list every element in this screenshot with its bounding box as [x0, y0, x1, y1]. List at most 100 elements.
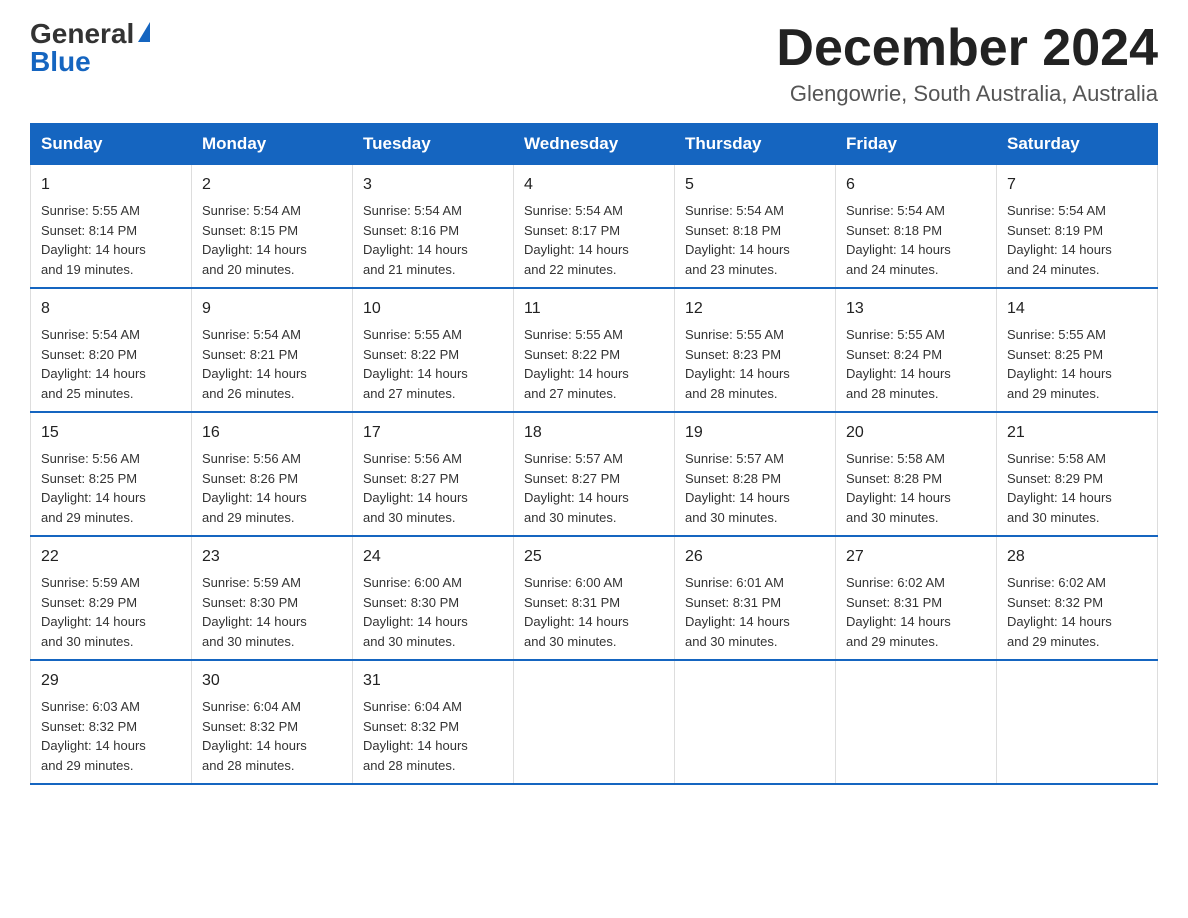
day-number: 21	[1007, 421, 1147, 445]
location-subtitle: Glengowrie, South Australia, Australia	[776, 81, 1158, 107]
day-info: Sunrise: 6:03 AMSunset: 8:32 PMDaylight:…	[41, 699, 146, 773]
day-number: 17	[363, 421, 503, 445]
day-number: 3	[363, 173, 503, 197]
day-number: 27	[846, 545, 986, 569]
day-info: Sunrise: 5:55 AMSunset: 8:24 PMDaylight:…	[846, 327, 951, 401]
day-number: 15	[41, 421, 181, 445]
day-number: 18	[524, 421, 664, 445]
calendar-day-cell: 28 Sunrise: 6:02 AMSunset: 8:32 PMDaylig…	[997, 536, 1158, 660]
day-info: Sunrise: 6:04 AMSunset: 8:32 PMDaylight:…	[202, 699, 307, 773]
logo-triangle-icon	[138, 22, 150, 42]
calendar-day-cell: 22 Sunrise: 5:59 AMSunset: 8:29 PMDaylig…	[31, 536, 192, 660]
calendar-day-cell: 12 Sunrise: 5:55 AMSunset: 8:23 PMDaylig…	[675, 288, 836, 412]
day-info: Sunrise: 5:54 AMSunset: 8:16 PMDaylight:…	[363, 203, 468, 277]
day-info: Sunrise: 5:54 AMSunset: 8:18 PMDaylight:…	[846, 203, 951, 277]
calendar-day-cell: 13 Sunrise: 5:55 AMSunset: 8:24 PMDaylig…	[836, 288, 997, 412]
calendar-day-cell: 18 Sunrise: 5:57 AMSunset: 8:27 PMDaylig…	[514, 412, 675, 536]
calendar-day-cell: 7 Sunrise: 5:54 AMSunset: 8:19 PMDayligh…	[997, 165, 1158, 289]
calendar-day-cell: 2 Sunrise: 5:54 AMSunset: 8:15 PMDayligh…	[192, 165, 353, 289]
day-number: 26	[685, 545, 825, 569]
day-number: 1	[41, 173, 181, 197]
calendar-day-cell: 25 Sunrise: 6:00 AMSunset: 8:31 PMDaylig…	[514, 536, 675, 660]
day-info: Sunrise: 6:02 AMSunset: 8:32 PMDaylight:…	[1007, 575, 1112, 649]
calendar-week-row: 22 Sunrise: 5:59 AMSunset: 8:29 PMDaylig…	[31, 536, 1158, 660]
header-thursday: Thursday	[675, 124, 836, 165]
logo: General Blue	[30, 20, 150, 76]
calendar-day-cell: 26 Sunrise: 6:01 AMSunset: 8:31 PMDaylig…	[675, 536, 836, 660]
calendar-day-cell: 17 Sunrise: 5:56 AMSunset: 8:27 PMDaylig…	[353, 412, 514, 536]
day-number: 20	[846, 421, 986, 445]
header-saturday: Saturday	[997, 124, 1158, 165]
header-sunday: Sunday	[31, 124, 192, 165]
day-number: 28	[1007, 545, 1147, 569]
month-year-title: December 2024	[776, 20, 1158, 77]
day-info: Sunrise: 5:56 AMSunset: 8:27 PMDaylight:…	[363, 451, 468, 525]
calendar-day-cell: 31 Sunrise: 6:04 AMSunset: 8:32 PMDaylig…	[353, 660, 514, 784]
day-info: Sunrise: 5:57 AMSunset: 8:28 PMDaylight:…	[685, 451, 790, 525]
day-number: 9	[202, 297, 342, 321]
day-info: Sunrise: 5:54 AMSunset: 8:17 PMDaylight:…	[524, 203, 629, 277]
calendar-day-cell: 15 Sunrise: 5:56 AMSunset: 8:25 PMDaylig…	[31, 412, 192, 536]
day-info: Sunrise: 5:54 AMSunset: 8:19 PMDaylight:…	[1007, 203, 1112, 277]
day-info: Sunrise: 5:55 AMSunset: 8:23 PMDaylight:…	[685, 327, 790, 401]
calendar-day-cell: 14 Sunrise: 5:55 AMSunset: 8:25 PMDaylig…	[997, 288, 1158, 412]
calendar-week-row: 15 Sunrise: 5:56 AMSunset: 8:25 PMDaylig…	[31, 412, 1158, 536]
calendar-day-cell	[997, 660, 1158, 784]
day-info: Sunrise: 6:00 AMSunset: 8:30 PMDaylight:…	[363, 575, 468, 649]
calendar-day-cell: 24 Sunrise: 6:00 AMSunset: 8:30 PMDaylig…	[353, 536, 514, 660]
header-monday: Monday	[192, 124, 353, 165]
day-info: Sunrise: 5:54 AMSunset: 8:20 PMDaylight:…	[41, 327, 146, 401]
day-number: 7	[1007, 173, 1147, 197]
calendar-week-row: 8 Sunrise: 5:54 AMSunset: 8:20 PMDayligh…	[31, 288, 1158, 412]
day-info: Sunrise: 5:56 AMSunset: 8:25 PMDaylight:…	[41, 451, 146, 525]
day-number: 16	[202, 421, 342, 445]
calendar-day-cell: 30 Sunrise: 6:04 AMSunset: 8:32 PMDaylig…	[192, 660, 353, 784]
day-number: 8	[41, 297, 181, 321]
calendar-day-cell: 16 Sunrise: 5:56 AMSunset: 8:26 PMDaylig…	[192, 412, 353, 536]
header-wednesday: Wednesday	[514, 124, 675, 165]
calendar-day-cell: 11 Sunrise: 5:55 AMSunset: 8:22 PMDaylig…	[514, 288, 675, 412]
day-number: 11	[524, 297, 664, 321]
calendar-day-cell: 10 Sunrise: 5:55 AMSunset: 8:22 PMDaylig…	[353, 288, 514, 412]
calendar-day-cell: 6 Sunrise: 5:54 AMSunset: 8:18 PMDayligh…	[836, 165, 997, 289]
calendar-day-cell: 21 Sunrise: 5:58 AMSunset: 8:29 PMDaylig…	[997, 412, 1158, 536]
day-info: Sunrise: 5:55 AMSunset: 8:25 PMDaylight:…	[1007, 327, 1112, 401]
day-number: 10	[363, 297, 503, 321]
day-info: Sunrise: 5:55 AMSunset: 8:22 PMDaylight:…	[524, 327, 629, 401]
day-info: Sunrise: 5:59 AMSunset: 8:29 PMDaylight:…	[41, 575, 146, 649]
day-number: 5	[685, 173, 825, 197]
day-info: Sunrise: 5:58 AMSunset: 8:28 PMDaylight:…	[846, 451, 951, 525]
calendar-title-area: December 2024 Glengowrie, South Australi…	[776, 20, 1158, 107]
day-info: Sunrise: 5:55 AMSunset: 8:14 PMDaylight:…	[41, 203, 146, 277]
calendar-table: Sunday Monday Tuesday Wednesday Thursday…	[30, 123, 1158, 785]
day-info: Sunrise: 6:04 AMSunset: 8:32 PMDaylight:…	[363, 699, 468, 773]
header-friday: Friday	[836, 124, 997, 165]
day-info: Sunrise: 5:54 AMSunset: 8:21 PMDaylight:…	[202, 327, 307, 401]
day-number: 24	[363, 545, 503, 569]
day-info: Sunrise: 5:55 AMSunset: 8:22 PMDaylight:…	[363, 327, 468, 401]
day-number: 23	[202, 545, 342, 569]
day-number: 25	[524, 545, 664, 569]
calendar-day-cell: 20 Sunrise: 5:58 AMSunset: 8:28 PMDaylig…	[836, 412, 997, 536]
day-number: 12	[685, 297, 825, 321]
calendar-day-cell	[836, 660, 997, 784]
calendar-header-row: Sunday Monday Tuesday Wednesday Thursday…	[31, 124, 1158, 165]
calendar-day-cell: 29 Sunrise: 6:03 AMSunset: 8:32 PMDaylig…	[31, 660, 192, 784]
day-number: 19	[685, 421, 825, 445]
calendar-week-row: 29 Sunrise: 6:03 AMSunset: 8:32 PMDaylig…	[31, 660, 1158, 784]
day-info: Sunrise: 5:57 AMSunset: 8:27 PMDaylight:…	[524, 451, 629, 525]
calendar-day-cell: 3 Sunrise: 5:54 AMSunset: 8:16 PMDayligh…	[353, 165, 514, 289]
day-info: Sunrise: 6:02 AMSunset: 8:31 PMDaylight:…	[846, 575, 951, 649]
calendar-day-cell: 9 Sunrise: 5:54 AMSunset: 8:21 PMDayligh…	[192, 288, 353, 412]
logo-general-text: General	[30, 20, 134, 48]
calendar-day-cell: 8 Sunrise: 5:54 AMSunset: 8:20 PMDayligh…	[31, 288, 192, 412]
calendar-day-cell: 27 Sunrise: 6:02 AMSunset: 8:31 PMDaylig…	[836, 536, 997, 660]
logo-blue-text: Blue	[30, 48, 91, 76]
day-number: 22	[41, 545, 181, 569]
day-number: 29	[41, 669, 181, 693]
calendar-week-row: 1 Sunrise: 5:55 AMSunset: 8:14 PMDayligh…	[31, 165, 1158, 289]
calendar-day-cell: 5 Sunrise: 5:54 AMSunset: 8:18 PMDayligh…	[675, 165, 836, 289]
page-header: General Blue December 2024 Glengowrie, S…	[30, 20, 1158, 107]
day-info: Sunrise: 6:01 AMSunset: 8:31 PMDaylight:…	[685, 575, 790, 649]
calendar-day-cell: 4 Sunrise: 5:54 AMSunset: 8:17 PMDayligh…	[514, 165, 675, 289]
